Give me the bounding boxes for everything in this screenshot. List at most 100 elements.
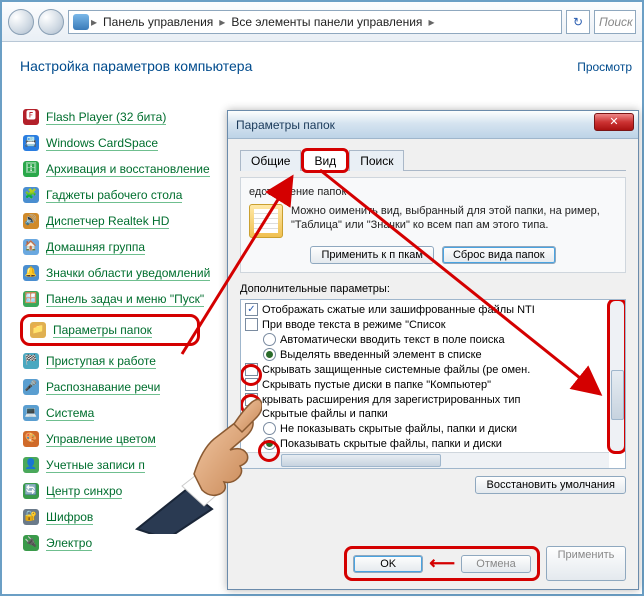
folder-icon <box>249 204 283 238</box>
item-link[interactable]: Параметры папок <box>53 323 152 338</box>
tree-row-label: При вводе текста в режиме "Список <box>262 319 446 331</box>
tab-general[interactable]: Общие <box>240 150 301 171</box>
item-link[interactable]: Диспетчер Realtek HD <box>46 214 169 229</box>
item-icon: 🅵 <box>22 108 40 126</box>
tree-row[interactable]: Отображать сжатые или зашифрованные файл… <box>245 302 617 317</box>
item-link[interactable]: Архивация и восстановление <box>46 162 210 177</box>
dialog-footer: OK ⟵ Отмена Применить <box>228 538 638 589</box>
scrollbar-thumb[interactable] <box>611 370 624 420</box>
radio[interactable] <box>263 437 276 450</box>
nav-forward-button[interactable] <box>38 9 64 35</box>
tree-row[interactable]: Автоматически вводить текст в поле поиск… <box>245 332 617 347</box>
breadcrumb[interactable]: Все элементы панели управления <box>227 13 426 31</box>
folder-representation-group: едставление папок Можно оименить вид, вы… <box>240 177 626 273</box>
control-panel-item[interactable]: 📁Параметры папок <box>20 314 200 346</box>
checkbox[interactable] <box>245 378 258 391</box>
ok-button[interactable]: OK <box>353 555 423 573</box>
cancel-button[interactable]: Отмена <box>461 555 531 573</box>
checkbox[interactable] <box>245 363 258 376</box>
tab-strip: Общие Вид Поиск <box>240 149 626 171</box>
item-icon: 🎤 <box>22 378 40 396</box>
item-link[interactable]: Панель задач и меню "Пуск" <box>46 292 204 307</box>
item-icon: 🔌 <box>22 534 40 552</box>
tree-row-label: Выделять введенный элемент в списке <box>280 349 482 361</box>
tree-row-label: Скрывать пустые диски в папке "Компьютер… <box>262 379 491 391</box>
search-input[interactable]: Поиск <box>594 10 636 34</box>
radio[interactable] <box>263 333 276 346</box>
advanced-options-tree: Отображать сжатые или зашифрованные файл… <box>240 299 626 469</box>
item-link[interactable]: Центр синхро <box>46 484 122 499</box>
item-icon: 🧩 <box>22 186 40 204</box>
item-link[interactable]: Шифров <box>46 510 93 525</box>
tree-row[interactable]: Скрытые файлы и папки <box>245 407 617 421</box>
tree-row-label: Автоматически вводить текст в поле поиск… <box>280 334 505 346</box>
item-link[interactable]: Электро <box>46 536 92 551</box>
scrollbar-thumb[interactable] <box>281 454 441 467</box>
item-link[interactable]: Значки области уведомлений <box>46 266 210 281</box>
control-panel-icon <box>73 14 89 30</box>
tab-view[interactable]: Вид <box>303 150 347 171</box>
tree-row[interactable]: крывать расширения для зарегистрированны… <box>245 392 617 407</box>
item-icon: 🗄 <box>22 160 40 178</box>
restore-defaults-button[interactable]: Восстановить умолчания <box>475 476 626 494</box>
checkbox[interactable] <box>245 318 258 331</box>
representation-text: Можно оименить вид, выбранный для этой п… <box>291 204 617 238</box>
page-title: Настройка параметров компьютера <box>20 58 624 74</box>
vertical-scrollbar[interactable] <box>609 300 625 452</box>
tree-row[interactable]: Скрывать пустые диски в папке "Компьютер… <box>245 377 617 392</box>
refresh-button[interactable]: ↻ <box>566 10 590 34</box>
radio[interactable] <box>263 348 276 361</box>
checkbox[interactable] <box>245 393 258 406</box>
advanced-params-label: Дополнительные параметры: <box>240 283 626 295</box>
tree-row[interactable]: При вводе текста в режиме "Список <box>245 317 617 332</box>
item-link[interactable]: Flash Player (32 бита) <box>46 110 166 125</box>
item-link[interactable]: Гаджеты рабочего стола <box>46 188 182 203</box>
reset-folders-button[interactable]: Сброс вида папок <box>442 246 556 264</box>
item-link[interactable]: Система <box>46 406 94 421</box>
tree-row-label: Отображать сжатые или зашифрованные файл… <box>262 304 535 316</box>
item-link[interactable]: Домашняя группа <box>46 240 145 255</box>
tree-row[interactable]: Выделять введенный элемент в списке <box>245 347 617 362</box>
item-icon: 🔐 <box>22 508 40 526</box>
tab-search[interactable]: Поиск <box>349 150 404 171</box>
breadcrumb[interactable]: Панель управления <box>99 13 217 31</box>
item-link[interactable]: Распознавание речи <box>46 380 160 395</box>
item-icon: 🎨 <box>22 430 40 448</box>
item-icon: 💻 <box>22 404 40 422</box>
apply-to-folders-button[interactable]: Применить к п пкам <box>310 246 433 264</box>
item-icon: 🏠 <box>22 238 40 256</box>
item-link[interactable]: Приступая к работе <box>46 354 156 369</box>
tree-row[interactable]: Показывать скрытые файлы, папки и диски <box>245 436 617 451</box>
annotation-arrow-icon: ⟵ <box>429 553 455 574</box>
nav-back-button[interactable] <box>8 9 34 35</box>
apply-button[interactable]: Применить <box>546 546 626 581</box>
radio[interactable] <box>263 422 276 435</box>
tree-row[interactable]: Скрывать защищенные системные файлы (ре … <box>245 362 617 377</box>
item-icon: 🔊 <box>22 212 40 230</box>
checkbox[interactable] <box>245 303 258 316</box>
view-mode-label[interactable]: Просмотр <box>577 60 632 74</box>
tree-row-label: крывать расширения для зарегистрированны… <box>262 394 520 406</box>
tree-row-label: Показывать скрытые файлы, папки и диски <box>280 438 502 450</box>
dialog-title-text: Параметры папок <box>236 118 335 132</box>
item-link[interactable]: Windows CardSpace <box>46 136 158 151</box>
tree-row-label: Скрытые файлы и папки <box>262 408 388 420</box>
item-icon: 📇 <box>22 134 40 152</box>
tree-row-label: Скрывать защищенные системные файлы (ре … <box>262 364 530 376</box>
item-icon: 🏁 <box>22 352 40 370</box>
item-link[interactable]: Управление цветом <box>46 432 156 447</box>
address-bar[interactable]: ▸ Панель управления ▸ Все элементы панел… <box>68 10 562 34</box>
item-icon: 🔄 <box>22 482 40 500</box>
explorer-topbar: ▸ Панель управления ▸ Все элементы панел… <box>2 2 642 42</box>
annotation-highlight: OK ⟵ Отмена <box>344 546 540 581</box>
horizontal-scrollbar[interactable] <box>241 452 609 468</box>
tree-row[interactable]: Не показывать скрытые файлы, папки и дис… <box>245 421 617 436</box>
dialog-titlebar[interactable]: Параметры папок ✕ <box>228 111 638 139</box>
item-icon: 🪟 <box>22 290 40 308</box>
folder-options-dialog: Параметры папок ✕ Общие Вид Поиск едстав… <box>227 110 639 590</box>
item-icon: 🔔 <box>22 264 40 282</box>
item-icon: 👤 <box>22 456 40 474</box>
close-button[interactable]: ✕ <box>594 113 634 131</box>
item-link[interactable]: Учетные записи п <box>46 458 145 473</box>
tree-row-label: Не показывать скрытые файлы, папки и дис… <box>280 423 517 435</box>
